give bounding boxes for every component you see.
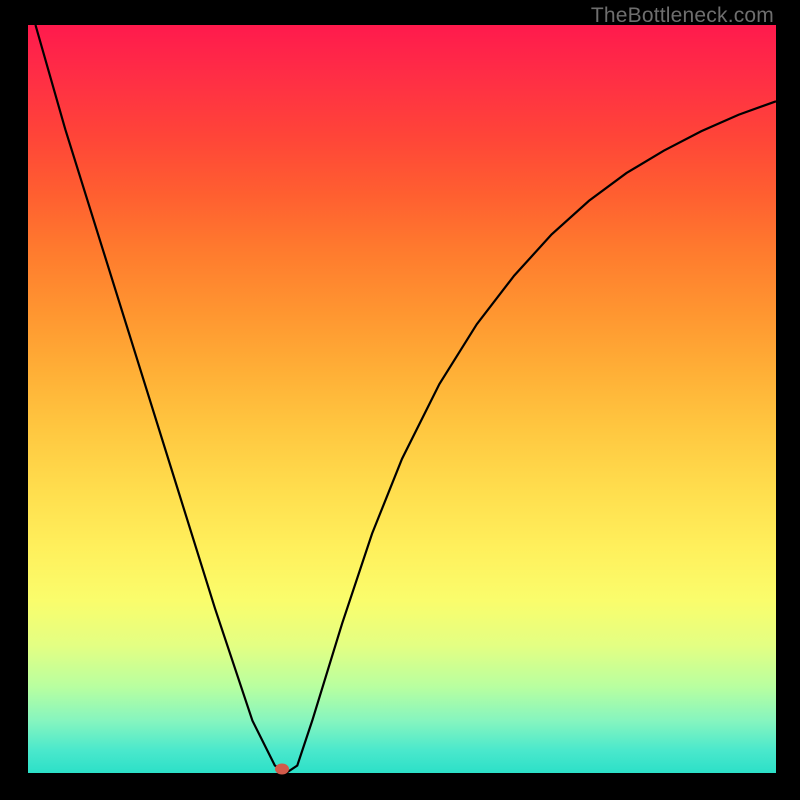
watermark: TheBottleneck.com	[591, 4, 774, 28]
plot-area	[28, 25, 776, 773]
bottleneck-curve	[28, 25, 776, 773]
optimum-marker	[275, 764, 289, 775]
